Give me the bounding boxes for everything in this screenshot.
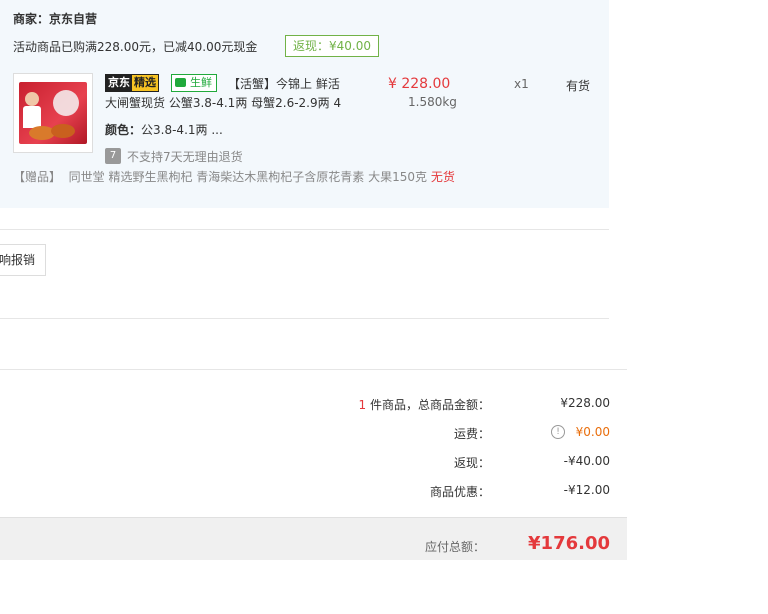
fanxian-label: 返现： xyxy=(453,456,490,470)
product-weight: 1.580kg xyxy=(408,95,457,109)
quantity: x1 xyxy=(514,77,529,91)
divider xyxy=(0,318,609,319)
invoice-button-label: 响报销 xyxy=(0,253,36,267)
info-icon[interactable]: ! xyxy=(551,425,565,439)
goods-total-label: 件商品，总商品金额： xyxy=(369,398,490,412)
shipping-label: 运费： xyxy=(453,427,490,441)
discount-label: 商品优惠： xyxy=(429,485,490,499)
merchant-name: 商家：京东自营 xyxy=(13,12,98,26)
fanxian-value: -¥40.00 xyxy=(563,454,610,468)
product-title-line2[interactable]: 大闸蟹现货 公蟹3.8-4.1两 母蟹2.6-2.9两 4 xyxy=(105,94,341,111)
return-policy: 不支持7天无理由退货 xyxy=(127,150,243,164)
goods-count-label: 1 件商品，总商品金额： xyxy=(359,396,490,413)
discount-value: -¥12.00 xyxy=(563,483,610,497)
gift-row: 【赠品】 同世堂 精选野生黑枸杞 青海柴达木黑枸杞子含原花青素 大果150克 无… xyxy=(13,168,455,185)
goods-count: 1 xyxy=(358,398,367,412)
payable-value: ¥176.00 xyxy=(528,533,610,554)
divider xyxy=(0,229,609,230)
no-return-icon: 7 xyxy=(105,148,121,164)
fresh-tag-label: 生鲜 xyxy=(190,76,212,89)
selected-tag-label: 精选 xyxy=(132,75,158,91)
fresh-leaf-icon xyxy=(175,78,186,87)
fanxian-badge: 返现：¥40.00 xyxy=(285,35,379,57)
color-label: 颜色： xyxy=(105,123,142,137)
promo-text: 活动商品已购满228.00元，已减40.00元现金 xyxy=(13,40,258,54)
product-image xyxy=(19,82,87,144)
product-thumbnail[interactable] xyxy=(13,73,93,153)
stock-status: 有货 xyxy=(566,79,591,93)
shipping-value: ¥0.00 xyxy=(575,425,610,439)
gift-prefix: 【赠品】 xyxy=(13,170,62,184)
payable-label: 应付总额： xyxy=(424,540,485,554)
jd-tag-label: 京东 xyxy=(106,75,132,91)
gift-title[interactable]: 同世堂 精选野生黑枸杞 青海柴达木黑枸杞子含原花青素 大果150克 xyxy=(69,170,427,184)
invoice-button[interactable]: 响报销 xyxy=(0,244,46,276)
fresh-tag: 生鲜 xyxy=(171,74,217,92)
jd-selected-tag: 京东 精选 xyxy=(105,74,159,92)
product-color: 颜色：公3.8-4.1两 ... xyxy=(105,121,223,138)
unit-price: ¥ 228.00 xyxy=(388,76,451,92)
color-value: 公3.8-4.1两 ... xyxy=(141,123,223,137)
goods-total-value: ¥228.00 xyxy=(560,396,610,410)
product-title-line1[interactable]: 【活蟹】今锦上 鲜活 xyxy=(228,75,340,92)
gift-stock-status: 无货 xyxy=(430,170,455,184)
divider xyxy=(0,369,627,370)
